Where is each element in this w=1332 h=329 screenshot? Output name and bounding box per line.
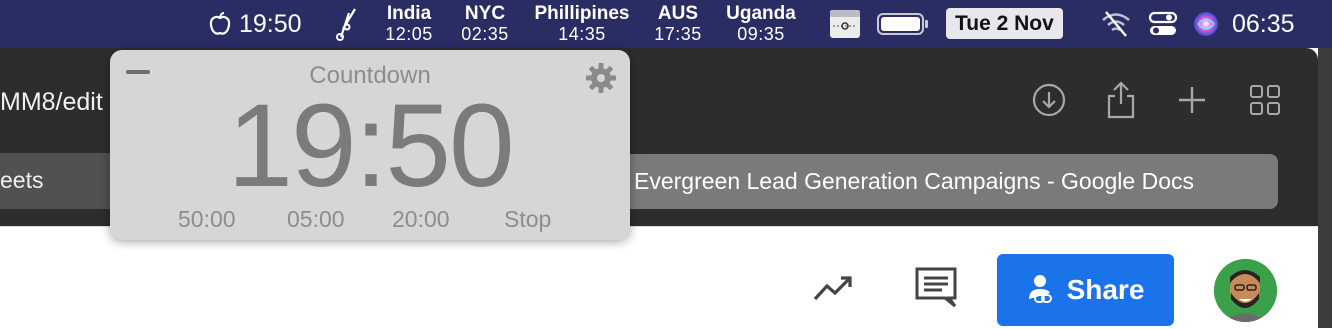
menu-timer[interactable]: 19:50 — [207, 0, 302, 48]
timer-apple-icon — [209, 12, 231, 35]
stop-button[interactable]: Stop — [504, 206, 551, 233]
control-center-icon[interactable] — [1148, 0, 1178, 48]
address-bar-text[interactable]: MM8/edit — [0, 88, 103, 117]
clock-phillipines[interactable]: Phillipines 14:35 — [534, 3, 629, 45]
tab-google-docs[interactable]: Evergreen Lead Generation Campaigns - Go… — [618, 154, 1278, 209]
window-edge — [1318, 48, 1332, 328]
wifi-off-icon[interactable] — [1100, 0, 1132, 48]
menu-timer-value: 19:50 — [239, 9, 302, 38]
calendar-icon[interactable] — [829, 0, 861, 48]
new-tab-icon[interactable] — [1172, 80, 1212, 120]
clock-name: AUS — [657, 3, 699, 24]
user-avatar[interactable] — [1214, 259, 1277, 322]
clock-time: 02:35 — [461, 24, 509, 44]
menu-bar: 19:50 India 12:05 NYC 02:35 Phillipines … — [0, 0, 1332, 48]
download-icon[interactable] — [1029, 80, 1069, 120]
tab-sheets[interactable]: eets — [0, 153, 128, 209]
menu-clock[interactable]: 06:35 — [1232, 0, 1295, 48]
clock-time: 17:35 — [654, 24, 702, 44]
preset-50-min[interactable]: 50:00 — [178, 206, 236, 233]
clock-name: India — [386, 3, 432, 24]
activity-trend-icon[interactable] — [812, 272, 856, 309]
preset-20-min[interactable]: 20:00 — [392, 206, 450, 233]
clock-name: NYC — [464, 3, 506, 24]
clock-nyc[interactable]: NYC 02:35 — [461, 3, 509, 45]
clock-uganda[interactable]: Uganda 09:35 — [726, 3, 796, 45]
battery-icon[interactable] — [877, 0, 929, 48]
clock-india[interactable]: India 12:05 — [385, 3, 433, 45]
menu-date[interactable]: Tue 2 Nov — [946, 8, 1063, 39]
tab-overview-icon[interactable] — [1245, 80, 1285, 120]
countdown-widget: Countdown 19:50 50:00 05:00 20:00 Stop — [110, 50, 630, 240]
clock-time: 09:35 — [737, 24, 785, 44]
clock-name: Phillipines — [534, 3, 630, 24]
clock-name: Uganda — [726, 3, 796, 24]
share-label: Share — [1066, 274, 1145, 305]
scissors-icon[interactable] — [333, 0, 361, 48]
clock-time: 14:35 — [558, 24, 606, 44]
clock-time: 12:05 — [385, 24, 433, 44]
share-person-icon — [1028, 275, 1052, 303]
preset-5-min[interactable]: 05:00 — [287, 206, 345, 233]
share-sheet-icon[interactable] — [1101, 80, 1141, 120]
clock-aus[interactable]: AUS 17:35 — [654, 3, 702, 45]
countdown-display: 19:50 — [227, 80, 514, 212]
comments-icon[interactable] — [914, 266, 958, 315]
tab-title: eets — [0, 167, 44, 193]
share-button[interactable]: Share — [997, 254, 1174, 326]
siri-icon[interactable] — [1192, 0, 1220, 48]
tab-title: Evergreen Lead Generation Campaigns - Go… — [634, 168, 1194, 194]
